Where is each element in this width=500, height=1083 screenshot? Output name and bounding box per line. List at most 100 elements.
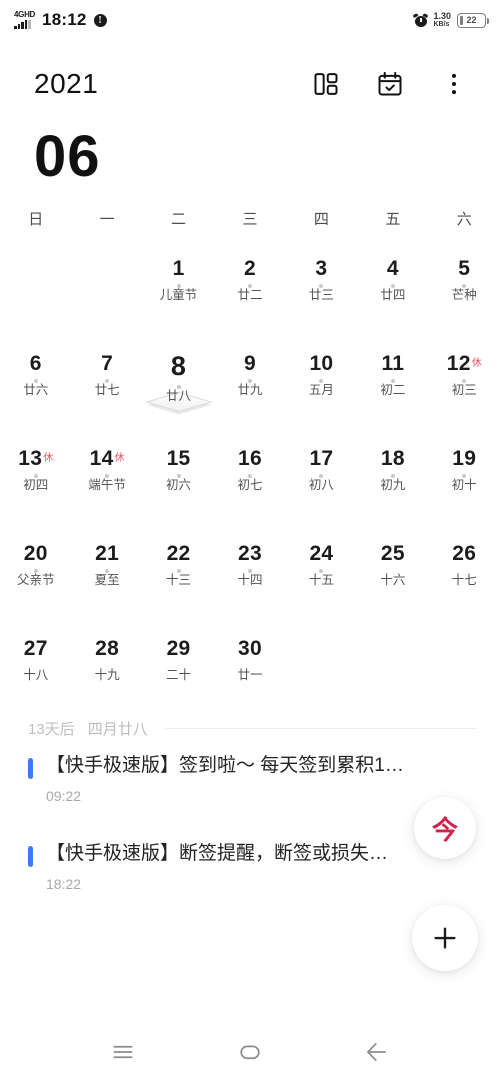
weekday-label-2: 二: [171, 211, 187, 228]
calendar-day-27[interactable]: 27 十八: [0, 628, 71, 723]
calendar-day-17[interactable]: 17 初八: [286, 438, 357, 533]
calendar-day-15[interactable]: 15 初六: [143, 438, 214, 533]
battery-icon: 22: [457, 12, 489, 28]
lunar-label: 初三: [451, 383, 477, 397]
calendar-day-14[interactable]: 14 休端午节: [71, 438, 142, 533]
calendar-day-1[interactable]: 1 儿童节: [143, 248, 214, 343]
lunar-label: 初二: [380, 383, 406, 397]
lunar-label: 廿四: [380, 288, 406, 302]
add-event-button[interactable]: [412, 905, 478, 971]
day-number: 17: [309, 447, 334, 470]
lunar-label: 初九: [380, 478, 406, 492]
day-number: 30: [238, 637, 262, 660]
month-number[interactable]: 06: [34, 128, 101, 186]
day-number: 15: [166, 447, 191, 470]
calendar-day-10[interactable]: 10 五月: [286, 343, 357, 438]
lunar-label: 父亲节: [16, 573, 55, 587]
day-number-wrap: 20: [24, 543, 48, 564]
home-button[interactable]: [233, 1035, 267, 1069]
calendar-day-30[interactable]: 30 廿一: [214, 628, 285, 723]
lunar-label: 芒种: [451, 288, 477, 302]
lunar-label: 十五: [308, 573, 334, 587]
calendar-day-3[interactable]: 3 廿三: [286, 248, 357, 343]
day-number-wrap: 15: [167, 448, 191, 469]
lunar-label: 十三: [166, 573, 192, 587]
calendar-check-icon[interactable]: [376, 70, 404, 98]
rest-day-badge: 休: [43, 453, 54, 464]
home-pill-icon: [240, 1045, 260, 1059]
calendar-day-21[interactable]: 21 夏至: [71, 533, 142, 628]
day-number: 2: [244, 257, 256, 280]
day-number: 26: [452, 542, 477, 565]
day-number-wrap: 8: [171, 353, 186, 380]
agenda-divider: [164, 728, 476, 729]
calendar-day-6[interactable]: 6 廿六: [0, 343, 71, 438]
calendar-day-25[interactable]: 25 十六: [357, 533, 428, 628]
calendar-day-22[interactable]: 22 十三: [143, 533, 214, 628]
day-number-wrap: 3: [315, 258, 327, 279]
today-button[interactable]: 今: [414, 797, 476, 859]
today-button-label: 今: [431, 814, 458, 845]
notification-badge-icon: !: [93, 13, 107, 27]
lunar-label: 十四: [237, 573, 263, 587]
calendar-day-11[interactable]: 11 初二: [357, 343, 428, 438]
lunar-label: 十八: [23, 668, 49, 682]
lunar-label: 儿童节: [159, 288, 198, 302]
day-number: 9: [244, 352, 256, 375]
day-number: 6: [29, 352, 42, 375]
weekday-label-3: 三: [242, 211, 258, 228]
day-number: 10: [309, 352, 334, 375]
network-speed-indicator: 1.30 KB/s: [433, 11, 451, 29]
calendar-day-2[interactable]: 2 廿二: [214, 248, 285, 343]
calendar-day-24[interactable]: 24 十五: [286, 533, 357, 628]
calendar-app-screen: 4GHD 18:12 ! 1.30 KB/s 22 2021 06 日 一 二 …: [0, 0, 500, 1083]
recents-button[interactable]: [106, 1035, 140, 1069]
status-bar-right: 1.30 KB/s 22: [413, 11, 489, 29]
more-vertical-icon[interactable]: [440, 70, 468, 98]
day-number: 4: [386, 257, 399, 280]
day-number-wrap: 19: [452, 448, 476, 469]
signal-bars-icon: [14, 20, 31, 29]
calendar-day-20[interactable]: 20 父亲节: [0, 533, 71, 628]
rest-day-badge: 休: [471, 358, 482, 369]
lunar-label: 初六: [166, 478, 192, 492]
calendar-day-28[interactable]: 28 十九: [71, 628, 142, 723]
day-number-wrap: 29: [167, 638, 191, 659]
calendar-day-7[interactable]: 7 廿七: [71, 343, 142, 438]
lunar-label: 初十: [451, 478, 477, 492]
lunar-label: 五月: [308, 383, 334, 397]
day-number: 3: [315, 257, 328, 280]
page-title[interactable]: 2021: [34, 68, 98, 100]
day-number: 19: [452, 447, 477, 470]
calendar-day-5[interactable]: 5 芒种: [429, 248, 500, 343]
calendar-day-16[interactable]: 16 初七: [214, 438, 285, 533]
day-number: 28: [95, 637, 120, 660]
back-button[interactable]: [360, 1035, 394, 1069]
calendar-day-9[interactable]: 9 廿九: [214, 343, 285, 438]
calendar-day-18[interactable]: 18 初九: [357, 438, 428, 533]
status-time: 18:12: [42, 10, 87, 29]
agenda-relative-label: 13天后: [28, 721, 75, 738]
calendar-day-12[interactable]: 12 休初三: [429, 343, 500, 438]
agenda-lunar-label: 四月廿八: [87, 721, 148, 738]
lunar-label: 夏至: [94, 573, 120, 587]
calendar-day-23[interactable]: 23 十四: [214, 533, 285, 628]
agenda-event-item[interactable]: 【快手极速版】签到啦～ 每天签到累积1… 09:22: [28, 755, 500, 804]
calendar-day-8[interactable]: 8 廿八: [143, 343, 214, 438]
lunar-label: 十九: [94, 668, 120, 682]
status-bar-left: 4GHD 18:12 !: [14, 10, 107, 30]
calendar-day-19[interactable]: 19 初十: [429, 438, 500, 533]
layout-grid-icon[interactable]: [312, 70, 340, 98]
day-number: 13: [18, 447, 43, 470]
event-color-bar: [28, 846, 33, 867]
calendar-day-13[interactable]: 13 休初四: [0, 438, 71, 533]
calendar-day-4[interactable]: 4 廿四: [357, 248, 428, 343]
weekday-label-5: 五: [385, 211, 401, 228]
header-actions: [312, 70, 468, 98]
signal-icon: 4GHD: [14, 11, 35, 29]
arrow-left-icon: [366, 1042, 386, 1061]
day-number-wrap: 7: [101, 353, 113, 374]
calendar-day-29[interactable]: 29 二十: [143, 628, 214, 723]
weekday-label-0: 日: [28, 211, 44, 228]
calendar-day-26[interactable]: 26 十七: [429, 533, 500, 628]
